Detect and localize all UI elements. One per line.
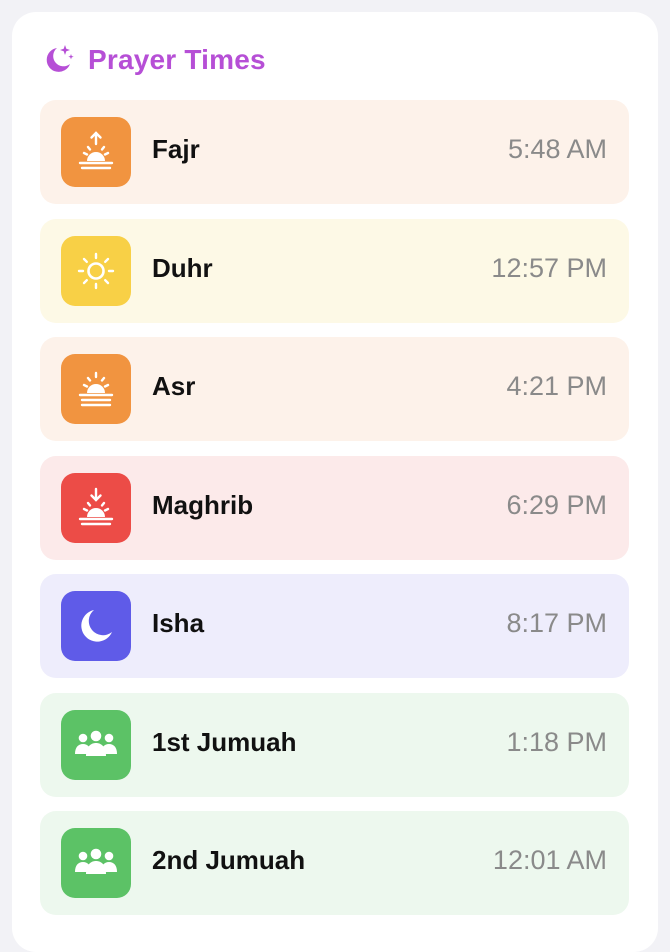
prayer-time: 4:21 PM: [506, 371, 607, 401]
prayer-icon-tile: [61, 117, 131, 187]
prayer-icon-tile: [61, 354, 131, 424]
people-icon: [75, 848, 117, 874]
prayer-name: Fajr: [152, 134, 200, 164]
sunset-icon: [78, 487, 114, 525]
prayer-icon-tile: [61, 828, 131, 898]
prayer-name: Maghrib: [152, 489, 254, 520]
prayer-name: Asr: [152, 371, 196, 401]
prayer-row-duhr[interactable]: Duhr 12:57 PM: [40, 218, 629, 323]
prayer-name: 1st Jumuah: [152, 726, 297, 757]
prayer-row-fajr[interactable]: Fajr 5:48 AM: [40, 100, 629, 204]
prayer-time: 12:01 AM: [492, 845, 607, 875]
sunrise-icon: [78, 131, 114, 170]
prayer-time: 8:17 PM: [506, 608, 607, 638]
prayer-time: 5:48 AM: [507, 134, 607, 164]
prayer-times-card: Prayer Times Fajr 5:48 AM Duhr 12:57 PM …: [12, 12, 658, 952]
moon-stars-icon: [46, 45, 74, 72]
card-header: Prayer Times: [40, 42, 266, 78]
prayer-time: 12:57 PM: [491, 252, 607, 283]
prayer-icon-tile: [61, 709, 131, 780]
prayer-list: Fajr 5:48 AM Duhr 12:57 PM Asr 4:21 PM M…: [40, 100, 629, 930]
prayer-name: Duhr: [152, 252, 213, 283]
prayer-row-asr[interactable]: Asr 4:21 PM: [40, 337, 629, 441]
prayer-time: 1:18 PM: [506, 726, 607, 757]
moon-icon: [81, 610, 112, 642]
sun-icon: [77, 252, 115, 289]
prayer-row-isha[interactable]: Isha 8:17 PM: [40, 574, 629, 678]
prayer-row-maghrib[interactable]: Maghrib 6:29 PM: [40, 455, 629, 560]
prayer-icon-tile: [61, 591, 131, 661]
prayer-time: 6:29 PM: [506, 489, 607, 520]
sun-haze-icon: [78, 371, 114, 407]
prayer-row-1st-jumuah[interactable]: 1st Jumuah 1:18 PM: [40, 692, 629, 797]
prayer-icon-tile: [61, 235, 131, 306]
card-title: Prayer Times: [88, 44, 266, 75]
people-icon: [75, 730, 117, 756]
prayer-name: 2nd Jumuah: [152, 845, 306, 875]
prayer-name: Isha: [152, 608, 205, 638]
prayer-icon-tile: [61, 472, 131, 543]
prayer-row-2nd-jumuah[interactable]: 2nd Jumuah 12:01 AM: [40, 811, 629, 915]
